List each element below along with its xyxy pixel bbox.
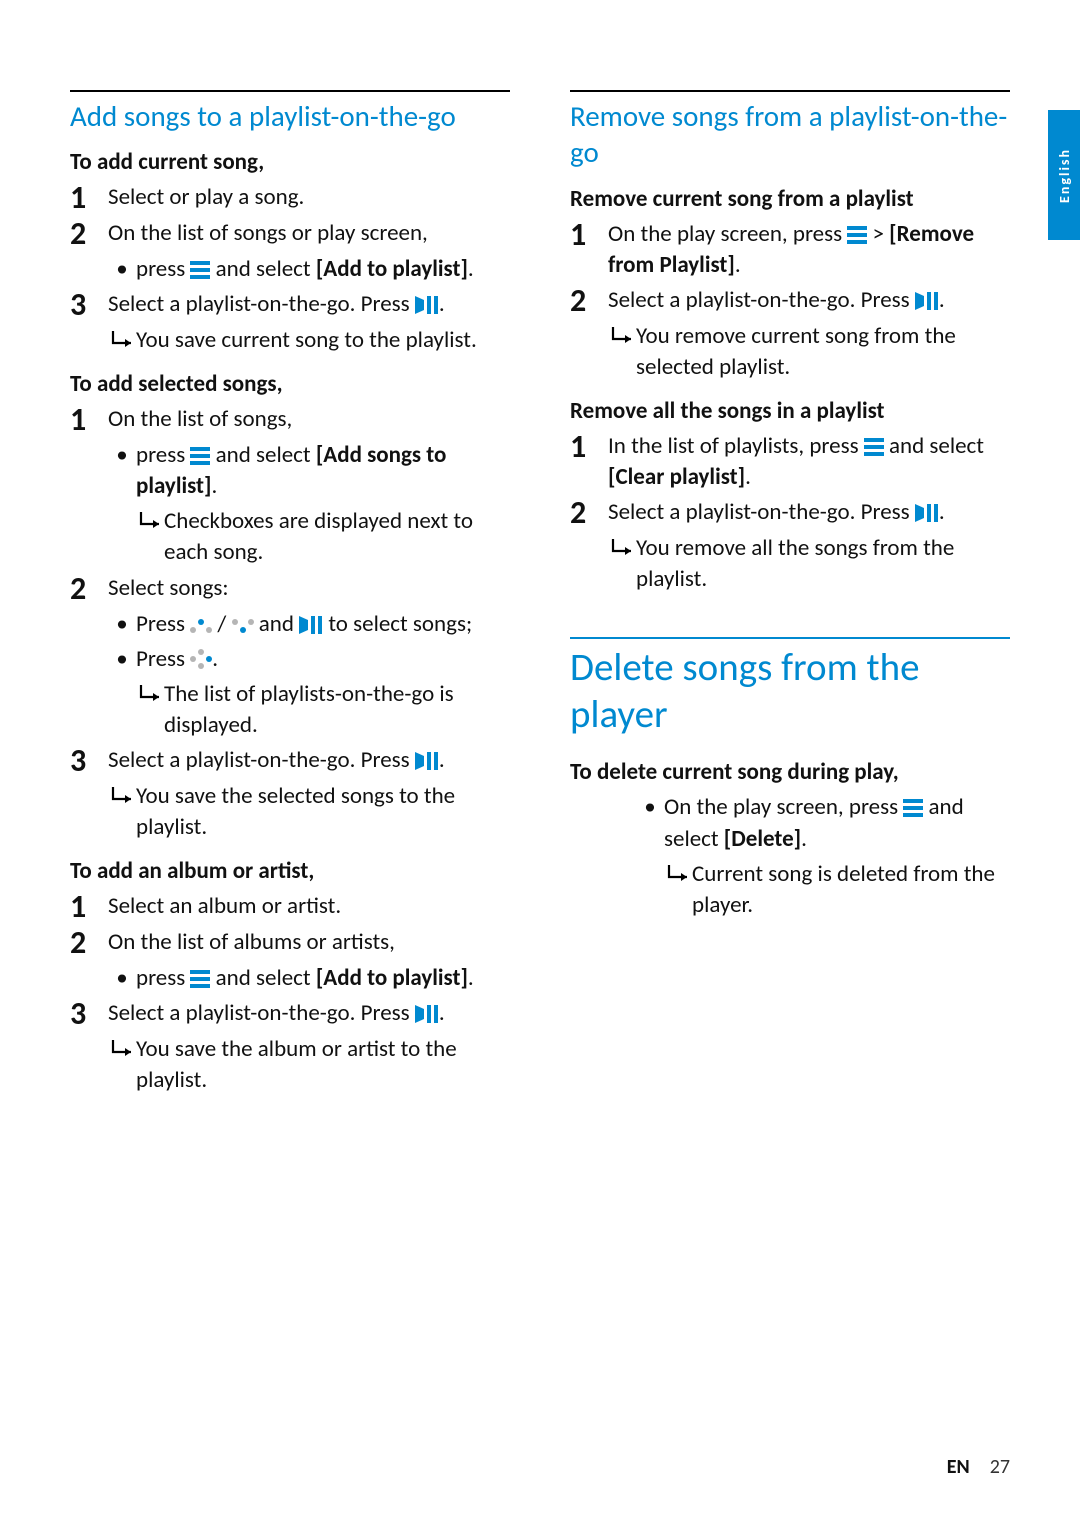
step-text: On the list of songs, <box>108 404 510 435</box>
menu-icon <box>190 970 210 988</box>
step-text: On the play screen, press > [Remove from… <box>608 219 1010 281</box>
subhead-add-album: To add an album or artist, <box>70 857 510 885</box>
play-pause-icon <box>415 752 439 770</box>
subhead-add-selected: To add selected songs, <box>70 370 510 398</box>
page-footer: EN 27 <box>947 1455 1010 1479</box>
step-text: Select an album or artist. <box>108 891 510 922</box>
result-text: Checkboxes are displayed next to each so… <box>164 506 510 568</box>
play-pause-icon <box>299 616 323 634</box>
result-arrow-icon <box>108 325 136 349</box>
language-tab-label: English <box>1056 148 1073 203</box>
heading-remove-songs: Remove songs from a playlist-on-the-go <box>570 90 1010 171</box>
bullet-dot: • <box>108 609 136 640</box>
bullet-text: Press / and to select songs; <box>136 609 510 640</box>
result-text: You save current song to the playlist. <box>136 325 510 356</box>
result-text: You remove current song from the selecte… <box>636 321 1010 383</box>
step-number: 2 <box>570 285 608 317</box>
step-number: 1 <box>570 219 608 251</box>
footer-page: 27 <box>990 1455 1010 1479</box>
dots-up-icon <box>190 616 212 634</box>
step-text: Select or play a song. <box>108 182 510 213</box>
subhead-remove-all: Remove all the songs in a playlist <box>570 397 1010 425</box>
result-arrow-icon <box>108 1034 136 1058</box>
step-text: Select a playlist-on-the-go. Press . <box>108 289 510 320</box>
step-number: 3 <box>70 289 108 321</box>
step-number: 2 <box>70 218 108 250</box>
language-tab: English <box>1048 110 1080 240</box>
bullet-text: press and select [Add songs to playlist]… <box>136 440 510 502</box>
bullet-text: press and select [Add to playlist]. <box>136 254 510 285</box>
menu-icon <box>903 799 923 817</box>
subhead-remove-current: Remove current song from a playlist <box>570 185 1010 213</box>
result-arrow-icon <box>608 321 636 345</box>
step-number: 3 <box>70 745 108 777</box>
step-text: In the list of playlists, press and sele… <box>608 431 1010 493</box>
heading-add-songs: Add songs to a playlist-on-the-go <box>70 90 510 134</box>
play-pause-icon <box>915 292 939 310</box>
step-number: 1 <box>70 404 108 436</box>
step-text: Select a playlist-on-the-go. Press . <box>108 998 510 1029</box>
step-number: 1 <box>70 891 108 923</box>
subhead-add-current: To add current song, <box>70 148 510 176</box>
step-text: Select songs: <box>108 573 510 604</box>
step-number: 1 <box>70 182 108 214</box>
menu-icon <box>864 438 884 456</box>
bullet-dot: • <box>108 440 136 471</box>
right-column: Remove songs from a playlist-on-the-go R… <box>570 80 1010 1100</box>
menu-icon <box>190 261 210 279</box>
dots-down-icon <box>232 616 254 634</box>
bullet-text: On the play screen, press and select [De… <box>664 792 1010 854</box>
step-text: Select a playlist-on-the-go. Press . <box>608 497 1010 528</box>
result-text: The list of playlists-on-the-go is displ… <box>164 679 510 741</box>
result-arrow-icon <box>664 859 692 883</box>
bullet-dot: • <box>108 254 136 285</box>
left-column: Add songs to a playlist-on-the-go To add… <box>70 80 510 1100</box>
result-arrow-icon <box>108 781 136 805</box>
menu-icon <box>190 447 210 465</box>
bullet-dot: • <box>108 644 136 675</box>
menu-icon <box>847 226 867 244</box>
step-number: 1 <box>570 431 608 463</box>
step-text: On the list of songs or play screen, <box>108 218 510 249</box>
step-number: 3 <box>70 998 108 1030</box>
footer-lang: EN <box>947 1455 970 1479</box>
play-pause-icon <box>415 1005 439 1023</box>
subhead-delete-current: To delete current song during play, <box>570 758 1010 786</box>
bullet-text: press and select [Add to playlist]. <box>136 963 510 994</box>
step-number: 2 <box>70 927 108 959</box>
step-number: 2 <box>70 573 108 605</box>
dots-right-icon <box>190 649 212 669</box>
result-arrow-icon <box>608 533 636 557</box>
result-text: You save the album or artist to the play… <box>136 1034 510 1096</box>
step-text: On the list of albums or artists, <box>108 927 510 958</box>
heading-delete-songs: Delete songs from the player <box>570 637 1010 739</box>
play-pause-icon <box>415 296 439 314</box>
step-text: Select a playlist-on-the-go. Press . <box>108 745 510 776</box>
result-arrow-icon <box>136 679 164 703</box>
result-text: You remove all the songs from the playli… <box>636 533 1010 595</box>
play-pause-icon <box>915 504 939 522</box>
bullet-dot: • <box>108 963 136 994</box>
result-text: You save the selected songs to the playl… <box>136 781 510 843</box>
bullet-dot: • <box>636 792 664 823</box>
step-text: Select a playlist-on-the-go. Press . <box>608 285 1010 316</box>
result-arrow-icon <box>136 506 164 530</box>
result-text: Current song is deleted from the player. <box>692 859 1010 921</box>
bullet-text: Press . <box>136 644 510 675</box>
step-number: 2 <box>570 497 608 529</box>
